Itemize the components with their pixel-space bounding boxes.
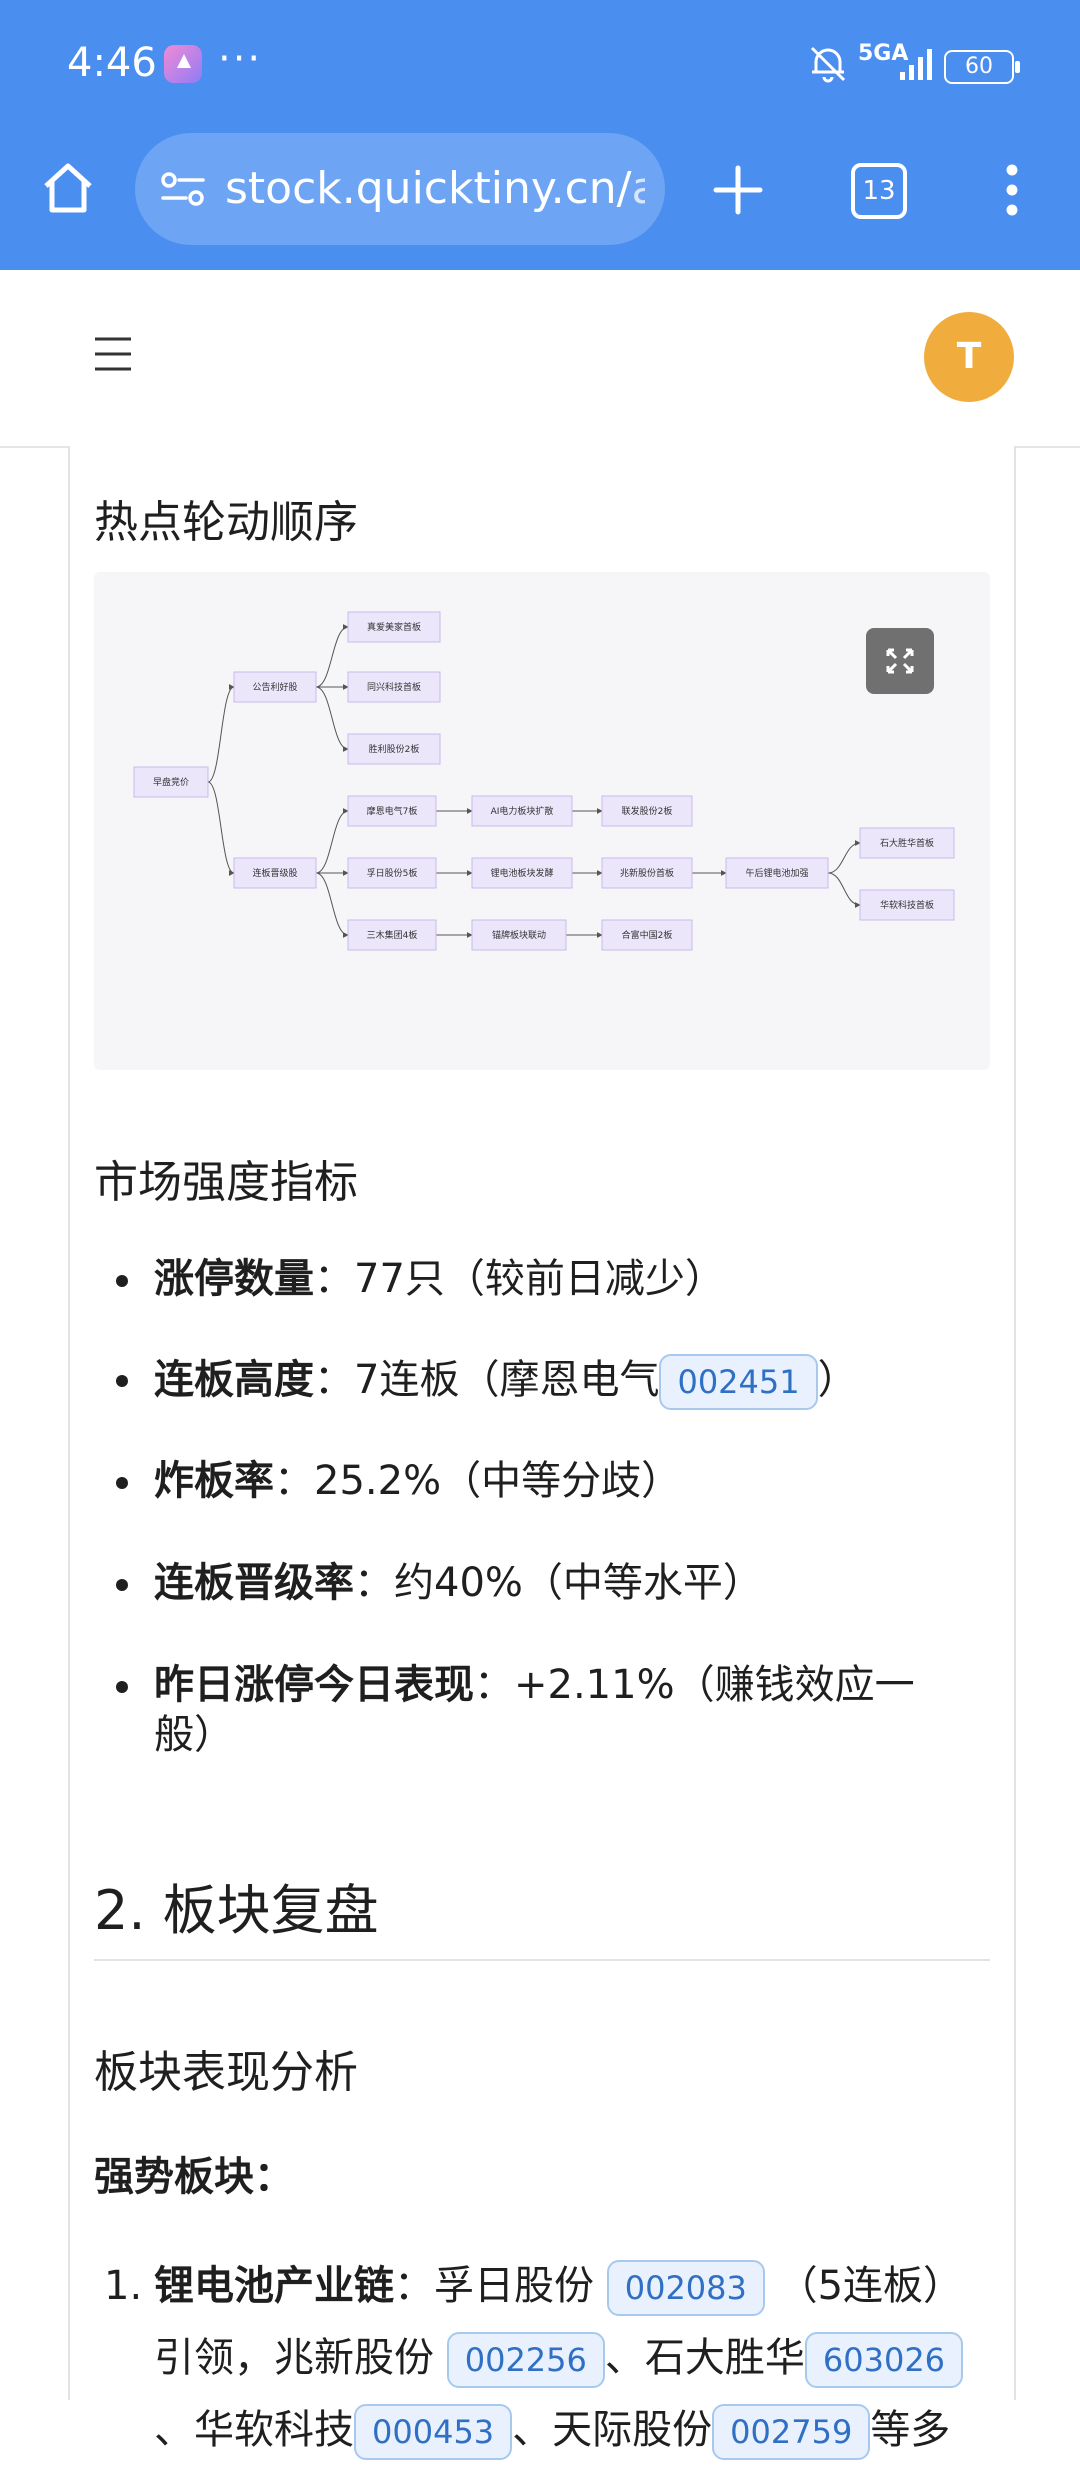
flow-node-label: 摩恩电气7板 — [367, 805, 418, 817]
stock-code-chip[interactable]: 002256 — [446, 2332, 605, 2388]
status-time: 4:46 — [67, 40, 157, 86]
flow-edge — [207, 781, 235, 876]
flow-edge — [207, 684, 235, 783]
flow-node-label: AI电力板块扩散 — [491, 805, 554, 817]
flow-node: 摩恩电气7板 — [347, 795, 437, 827]
rotation-section-title: 热点轮动顺序 — [94, 497, 358, 548]
flow-edge — [315, 624, 349, 688]
flow-node: 孚日股份5板 — [347, 857, 437, 889]
flow-node-label: 兆新股份首板 — [620, 867, 674, 879]
flow-node-label: 石大胜华首板 — [880, 837, 934, 849]
divider — [94, 1959, 990, 1961]
new-tab-icon[interactable] — [708, 160, 768, 220]
list-item-body: 锂电池产业链：孚日股份 002083 （5连板）引领，兆新股份 002256 、石… — [154, 2250, 990, 2466]
analysis-section-title: 板块表现分析 — [94, 2047, 358, 2098]
content-card: 热点轮动顺序 早盘竞价 公告利好股连板晋级股 真爱美家首板 同兴科技首板 胜利股份2板摩… — [68, 446, 1016, 2460]
user-avatar[interactable]: T — [924, 312, 1014, 402]
flow-node-label: 真爱美家首板 — [367, 621, 421, 633]
bullet — [116, 1681, 128, 1693]
flow-nodes: 早盘竞价 公告利好股连板晋级股 真爱美家首板同兴科技首板胜利股份2板摩恩电气7板孚日… — [133, 611, 955, 951]
flow-node-label: 锚牌板块联动 — [492, 929, 546, 941]
flow-node-label: 联发股份2板 — [622, 805, 673, 817]
list-number: 1. — [104, 2263, 143, 2309]
flow-node-label: 公告利好股 — [252, 681, 297, 693]
flow-node: 真爱美家首板 — [347, 611, 441, 643]
flow-node: 石大胜华首板 — [859, 827, 955, 859]
flow-node: 锚牌板块联动 — [471, 919, 567, 951]
stock-code-chip[interactable]: 603026 — [804, 2332, 964, 2388]
flow-edge — [315, 686, 349, 752]
stock-code-chip[interactable]: 002451 — [659, 1354, 818, 1410]
flow-node-label: 同兴科技首板 — [367, 681, 421, 693]
fullscreen-expand-button[interactable] — [866, 628, 934, 694]
stock-code-chip[interactable]: 002083 — [606, 2260, 765, 2316]
flow-edge — [827, 872, 861, 908]
battery-indicator: 60 — [944, 50, 1020, 84]
site-settings-icon[interactable] — [161, 171, 205, 207]
flow-node: AI电力板块扩散 — [471, 795, 573, 827]
flow-node: 公告利好股 — [233, 671, 317, 703]
browser-chrome: 4:46 ··· 5GA 60 stock.quicktiny.cn/ai — [0, 0, 1080, 270]
more-notifications-icon: ··· — [218, 36, 263, 82]
url-text[interactable]: stock.quicktiny.cn/ai — [225, 163, 645, 214]
site-header: T — [0, 270, 1080, 448]
flow-node: 华软科技首板 — [859, 889, 955, 921]
tab-switcher-button[interactable]: 13 — [851, 163, 907, 219]
sector-review-heading: 2. 板块复盘 — [94, 1879, 379, 1942]
flow-node-label: 合富中国2板 — [622, 929, 673, 941]
flow-node-label: 锂电池板块发酵 — [490, 867, 553, 879]
signal-icon — [900, 49, 932, 80]
stock-code-chip[interactable]: 000453 — [354, 2404, 513, 2460]
flow-node-label: 连板晋级股 — [252, 867, 297, 879]
flow-node: 午后锂电池加强 — [725, 857, 829, 889]
bullet — [116, 1477, 128, 1489]
flow-chart-svg: 早盘竞价 公告利好股连板晋级股 真爱美家首板同兴科技首板胜利股份2板摩恩电气7板孚日… — [133, 611, 955, 951]
flow-node-label: 早盘竞价 — [153, 776, 189, 788]
flow-node-label: 午后锂电池加强 — [745, 867, 808, 879]
home-icon[interactable] — [40, 160, 96, 216]
stock-code-chip[interactable]: 002759 — [712, 2404, 871, 2460]
flow-node: 胜利股份2板 — [347, 733, 441, 765]
flow-edge — [827, 840, 861, 874]
upload-app-icon — [164, 45, 202, 83]
bullet — [116, 1275, 128, 1287]
bullet — [116, 1375, 128, 1387]
flow-node: 连板晋级股 — [233, 857, 317, 889]
bullet — [116, 1579, 128, 1591]
flow-node: 联发股份2板 — [601, 795, 693, 827]
status-bar: 4:46 ··· 5GA 60 — [0, 0, 1080, 130]
flow-node-label: 孚日股份5板 — [367, 867, 418, 879]
flow-node: 三木集团4板 — [347, 919, 437, 951]
rotation-flow-diagram: 早盘竞价 公告利好股连板晋级股 真爱美家首板 同兴科技首板 胜利股份2板 摩恩电气7板 孚日… — [94, 572, 990, 1070]
mute-bell-icon — [810, 46, 846, 83]
flow-node-label: 三木集团4板 — [367, 929, 418, 941]
flow-node-label: 胜利股份2板 — [369, 743, 420, 755]
flow-node: 早盘竞价 — [133, 766, 209, 798]
flow-node: 同兴科技首板 — [347, 671, 441, 703]
flow-edge — [315, 808, 349, 874]
expand-icon — [886, 648, 914, 674]
flow-node: 合富中国2板 — [601, 919, 693, 951]
flow-node: 锂电池板块发酵 — [471, 857, 573, 889]
flow-node-label: 华软科技首板 — [880, 899, 934, 911]
flow-node: 兆新股份首板 — [601, 857, 693, 889]
address-bar[interactable]: stock.quicktiny.cn/ai — [135, 133, 665, 245]
strong-sectors-label: 强势板块： — [94, 2154, 294, 2200]
more-menu-icon[interactable] — [1000, 160, 1024, 220]
flow-edge — [315, 872, 349, 938]
hamburger-menu-icon[interactable] — [94, 336, 132, 372]
strength-section-title: 市场强度指标 — [94, 1157, 358, 1208]
